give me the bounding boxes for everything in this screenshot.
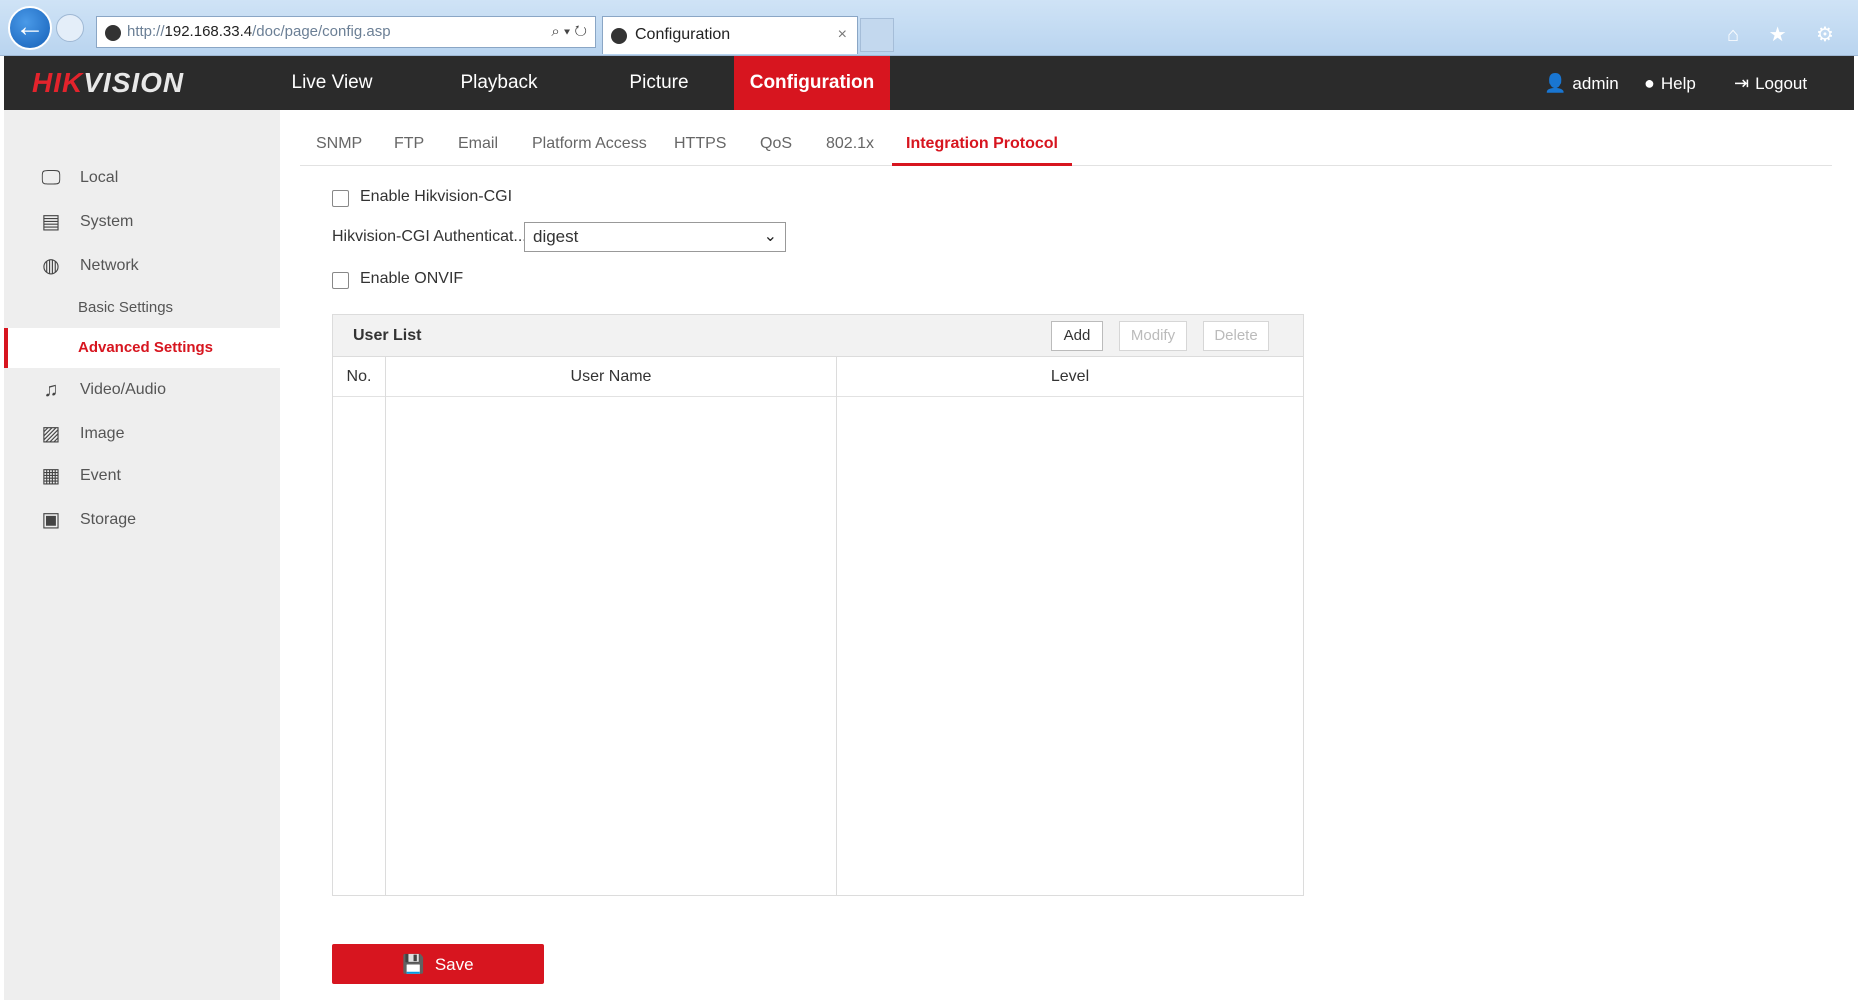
user-name: admin <box>1572 74 1619 93</box>
address-prefix: http:// <box>127 23 165 40</box>
save-button[interactable]: 💾 Save <box>332 944 544 984</box>
help-link[interactable]: ● Help <box>1644 56 1696 110</box>
sidebar-item-network[interactable]: ◍ Network <box>4 246 280 286</box>
globe-icon: ◍ <box>42 255 60 277</box>
tab-close-icon[interactable]: × <box>838 17 847 53</box>
address-path: /doc/page/config.asp <box>252 23 391 40</box>
chevron-down-icon: ⌄ <box>763 228 777 245</box>
tab-favicon-icon <box>611 28 627 44</box>
sidebar-subitem-basic-settings[interactable]: Basic Settings <box>4 288 280 328</box>
forward-button[interactable] <box>56 14 84 42</box>
logo-vision: VISION <box>83 67 185 98</box>
user-list-title: User List <box>353 327 422 344</box>
sidebar-item-system[interactable]: ▤ System <box>4 202 280 242</box>
hikvision-logo: HIKVISION <box>32 56 184 110</box>
sidebar-item-label: Event <box>80 467 121 484</box>
sidebar-item-label: Basic Settings <box>78 299 174 316</box>
sidebar-item-storage[interactable]: ▣ Storage <box>4 500 280 540</box>
sidebar-subitem-advanced-settings[interactable]: Advanced Settings <box>4 328 280 368</box>
storage-icon: ▣ <box>41 509 61 531</box>
sidebar: 🖵 Local ▤ System ◍ Network Basic Settings A… <box>4 110 280 1000</box>
add-user-button[interactable]: Add <box>1051 321 1103 351</box>
enable-onvif-checkbox[interactable] <box>332 272 349 289</box>
address-tools-icons[interactable]: ⌕ ▾ ↻ <box>551 17 587 47</box>
enable-hikvision-cgi-label: Enable Hikvision-CGI <box>360 188 513 205</box>
column-header-level: Level <box>837 357 1303 397</box>
enable-hikvision-cgi-checkbox[interactable] <box>332 190 349 207</box>
logout-link[interactable]: ⇥ Logout <box>1734 56 1807 110</box>
new-tab-button[interactable] <box>860 18 894 52</box>
sidebar-item-image[interactable]: ▨ Image <box>4 414 280 454</box>
sidebar-item-local[interactable]: 🖵 Local <box>4 158 280 198</box>
back-arrow-icon[interactable]: ← <box>8 6 52 50</box>
sidebar-item-label: System <box>80 213 134 230</box>
tab-integration-protocol[interactable]: Integration Protocol <box>892 124 1072 166</box>
sidebar-item-label: Storage <box>80 511 137 528</box>
user-list-header: User List Add Modify Delete <box>333 315 1303 357</box>
column-header-no: No. <box>333 357 385 397</box>
tab-802-1x[interactable]: 802.1x <box>826 124 874 166</box>
tab-ftp[interactable]: FTP <box>394 124 424 166</box>
browser-tab[interactable]: Configuration × <box>602 16 858 54</box>
logo-hik: HIK <box>32 67 84 98</box>
column-divider <box>836 357 837 895</box>
delete-user-button[interactable]: Delete <box>1203 321 1269 351</box>
logout-label: Logout <box>1755 74 1808 93</box>
logout-icon: ⇥ <box>1734 73 1750 93</box>
nav-playback[interactable]: Playback <box>434 56 564 110</box>
save-label: Save <box>434 955 474 974</box>
browser-chrome: ← http://192.168.33.4/doc/page/config.as… <box>0 0 1858 56</box>
video-audio-icon: ♫ <box>43 379 59 401</box>
sidebar-item-label: Video/Audio <box>80 381 166 398</box>
help-label: Help <box>1660 74 1696 93</box>
event-icon: ▦ <box>41 465 61 487</box>
browser-home-star-gear-icons[interactable]: ⌂ ★ ⚙ <box>1727 22 1846 47</box>
user-list-panel: User List Add Modify Delete No. User Nam… <box>332 314 1304 896</box>
subtab-bar: SNMP FTP Email Platform Access HTTPS QoS… <box>300 124 1832 166</box>
nav-live-view[interactable]: Live View <box>262 56 402 110</box>
system-icon: ▤ <box>41 211 61 233</box>
user-menu[interactable]: 👤 admin <box>1544 56 1619 110</box>
floppy-disk-icon: 💾 <box>402 954 425 974</box>
tab-title: Configuration <box>635 26 731 43</box>
address-bar[interactable]: http://192.168.33.4/doc/page/config.asp … <box>96 16 596 48</box>
nav-picture[interactable]: Picture <box>594 56 724 110</box>
column-header-user-name: User Name <box>386 357 836 397</box>
tab-snmp[interactable]: SNMP <box>316 124 362 166</box>
cgi-authentication-value: digest <box>533 227 579 246</box>
modify-user-button[interactable]: Modify <box>1119 321 1187 351</box>
sidebar-item-label: Network <box>80 257 139 274</box>
cgi-authentication-label: Hikvision-CGI Authenticat... <box>332 228 527 245</box>
column-divider <box>385 357 386 895</box>
tab-email[interactable]: Email <box>458 124 498 166</box>
nav-configuration[interactable]: Configuration <box>734 56 890 110</box>
app-header: HIKVISION Live View Playback Picture Con… <box>4 56 1854 110</box>
help-icon: ● <box>1644 73 1655 93</box>
sidebar-item-label: Local <box>80 169 119 186</box>
cgi-authentication-select[interactable]: digest ⌄ <box>524 222 786 252</box>
sidebar-item-video-audio[interactable]: ♫ Video/Audio <box>4 370 280 410</box>
tab-platform-access[interactable]: Platform Access <box>532 124 647 166</box>
enable-onvif-label: Enable ONVIF <box>360 270 464 287</box>
sidebar-item-event[interactable]: ▦ Event <box>4 456 280 496</box>
page-icon <box>105 25 121 41</box>
sidebar-item-label: Image <box>80 425 125 442</box>
tab-https[interactable]: HTTPS <box>674 124 726 166</box>
sidebar-item-label: Advanced Settings <box>78 339 214 356</box>
user-icon: 👤 <box>1544 73 1567 93</box>
image-icon: ▨ <box>41 423 61 445</box>
tab-qos[interactable]: QoS <box>760 124 792 166</box>
monitor-icon: 🖵 <box>41 167 61 189</box>
address-host: 192.168.33.4 <box>164 23 253 40</box>
